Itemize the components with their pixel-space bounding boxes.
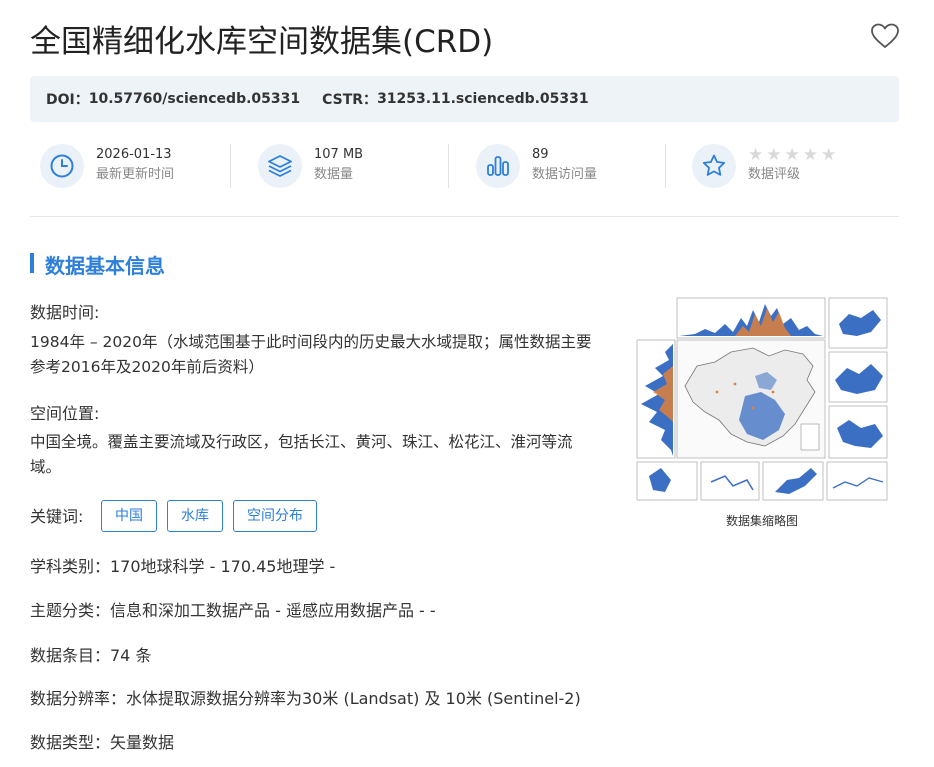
- stat-size-value: 107 MB: [314, 147, 364, 162]
- stat-rating: ★ ★ ★ ★ ★ 数据评级: [692, 140, 836, 192]
- doi-value[interactable]: 10.57760/sciencedb.05331: [89, 91, 300, 107]
- time-label: 数据时间:: [30, 303, 100, 322]
- data-type: 数据类型：矢量数据: [30, 733, 175, 752]
- stat-updated-value: 2026-01-13: [96, 147, 172, 162]
- stats-row: 2026-01-13 最新更新时间 107 MB 数据量 89 数据访问量 ★ ★…: [30, 140, 899, 192]
- keywords-label: 关键词:: [30, 507, 84, 526]
- stat-visits: 89 数据访问量: [476, 140, 597, 192]
- rating-star-icon[interactable]: ★: [785, 146, 800, 164]
- keyword-tag[interactable]: 空间分布: [233, 500, 317, 532]
- stat-rating-label: 数据评级: [748, 167, 801, 182]
- rating-stars[interactable]: ★ ★ ★ ★ ★: [748, 146, 836, 164]
- star-icon: [692, 144, 736, 188]
- rating-star-icon[interactable]: ★: [766, 146, 781, 164]
- identifier-bar: DOI： 10.57760/sciencedb.05331 CSTR： 3125…: [30, 76, 899, 122]
- section-title: 数据基本信息: [45, 254, 165, 278]
- page-title: 全国精细化水库空间数据集(CRD): [30, 24, 494, 60]
- cstr-label: CSTR：: [322, 92, 378, 108]
- stat-size-label: 数据量: [314, 167, 354, 182]
- stat-updated-label: 最新更新时间: [96, 167, 175, 182]
- bar-chart-icon: [476, 144, 520, 188]
- divider: [30, 216, 899, 217]
- thumbnail-caption: 数据集缩略图: [725, 514, 798, 528]
- doi-label: DOI：: [46, 92, 89, 108]
- keyword-tags: 中国 水库 空间分布: [101, 500, 317, 532]
- section-accent-bar: [30, 253, 34, 273]
- space-value: 中国全境。覆盖主要流域及行政区，包括长江、黄河、珠江、松花江、淮河等流域。: [30, 433, 573, 476]
- keyword-tag[interactable]: 中国: [101, 500, 157, 532]
- dataset-thumbnail[interactable]: [635, 296, 889, 502]
- resolution: 数据分辨率：水体提取源数据分辨率为30米 (Landsat) 及 10米 (Se…: [30, 689, 581, 708]
- rating-star-icon[interactable]: ★: [748, 146, 763, 164]
- theme-category: 主题分类：信息和深加工数据产品 - 遥感应用数据产品 - -: [30, 601, 436, 620]
- stat-size: 107 MB 数据量: [258, 140, 363, 192]
- time-value: 1984年 – 2020年（水域范围基于此时间段内的历史最大水域提取；属性数据主…: [30, 333, 592, 376]
- clock-icon: [40, 144, 84, 188]
- thumbnail-figure: [635, 296, 889, 502]
- entry-count: 数据条目：74 条: [30, 646, 152, 665]
- stat-visits-label: 数据访问量: [532, 167, 598, 182]
- keyword-tag[interactable]: 水库: [167, 500, 223, 532]
- cstr-value[interactable]: 31253.11.sciencedb.05331: [377, 91, 589, 107]
- stat-visits-value: 89: [532, 147, 549, 162]
- stat-updated: 2026-01-13 最新更新时间: [40, 140, 174, 192]
- rating-star-icon[interactable]: ★: [803, 146, 818, 164]
- heart-icon: [871, 23, 899, 48]
- space-label: 空间位置:: [30, 404, 100, 423]
- rating-star-icon[interactable]: ★: [821, 146, 836, 164]
- layers-icon: [258, 144, 302, 188]
- subject-category: 学科类别：170地球科学 - 170.45地理学 -: [30, 557, 336, 576]
- favorite-button[interactable]: [870, 22, 900, 50]
